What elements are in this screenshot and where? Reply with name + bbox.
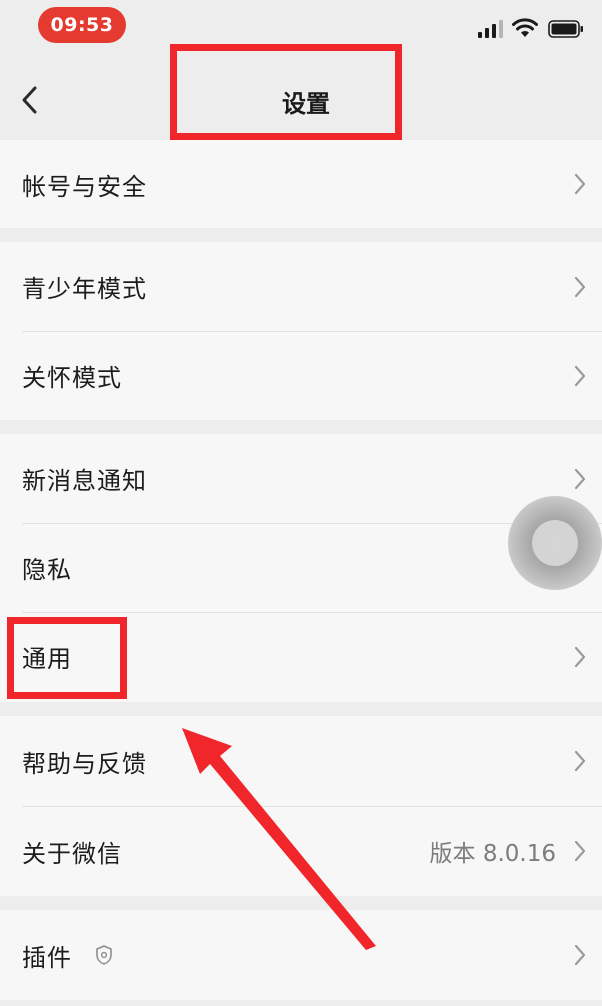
settings-item-label: 帐号与安全 bbox=[22, 172, 147, 201]
chevron-right-icon bbox=[574, 468, 586, 489]
settings-item-teen-mode[interactable]: 青少年模式 bbox=[0, 242, 602, 331]
settings-item-label: 插件 bbox=[22, 943, 72, 972]
title-highlight-box bbox=[170, 44, 402, 140]
settings-section-modes: 青少年模式 关怀模式 bbox=[0, 242, 602, 420]
settings-item-new-message-notification[interactable]: 新消息通知 bbox=[0, 434, 602, 523]
assistive-touch-dot bbox=[532, 520, 578, 566]
general-highlight-box bbox=[7, 617, 127, 699]
shield-icon bbox=[96, 945, 112, 965]
settings-item-label: 隐私 bbox=[22, 556, 72, 584]
settings-item-label: 关怀模式 bbox=[22, 364, 122, 392]
battery-icon bbox=[548, 20, 583, 38]
chevron-right-icon bbox=[574, 173, 586, 195]
settings-section-help-about: 帮助与反馈 关于微信 版本 8.0.16 bbox=[0, 716, 602, 896]
version-value: 版本 8.0.16 bbox=[429, 841, 556, 867]
chevron-right-icon bbox=[574, 944, 586, 966]
cellular-signal-icon bbox=[478, 20, 503, 38]
settings-item-label: 帮助与反馈 bbox=[22, 749, 147, 778]
settings-section-account: 帐号与安全 bbox=[0, 140, 602, 228]
settings-item-help-feedback[interactable]: 帮助与反馈 bbox=[0, 716, 602, 806]
settings-item-label: 青少年模式 bbox=[22, 275, 147, 303]
settings-item-label: 新消息通知 bbox=[22, 467, 147, 495]
settings-item-plugins[interactable]: 插件 bbox=[0, 910, 602, 1000]
settings-section-plugins: 插件 bbox=[0, 910, 602, 1000]
settings-item-account-security[interactable]: 帐号与安全 bbox=[0, 140, 602, 228]
phone-screen: 09:53 设置 帐号与安全 青少年模式 关怀模式 新消息通知 隐私 通用 帮助… bbox=[0, 0, 602, 1006]
chevron-right-icon bbox=[574, 646, 586, 667]
chevron-right-icon bbox=[574, 840, 586, 862]
settings-item-label: 关于微信 bbox=[22, 839, 122, 868]
assistive-touch-button[interactable] bbox=[508, 496, 602, 590]
wifi-icon bbox=[512, 18, 538, 37]
chevron-right-icon bbox=[574, 750, 586, 772]
chevron-right-icon bbox=[574, 276, 586, 297]
status-time: 09:53 bbox=[38, 7, 126, 43]
settings-item-about-wechat[interactable]: 关于微信 版本 8.0.16 bbox=[0, 806, 602, 896]
chevron-right-icon bbox=[574, 365, 586, 386]
settings-item-care-mode[interactable]: 关怀模式 bbox=[0, 331, 602, 420]
